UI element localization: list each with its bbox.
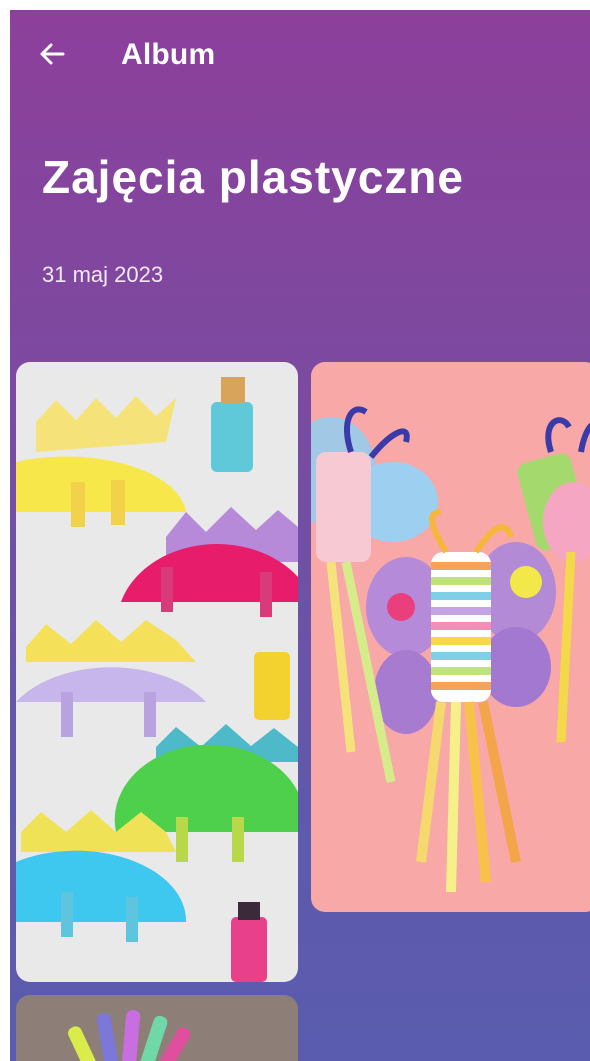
app-bar-title: Album — [121, 38, 216, 71]
album-date: 31 maj 2023 — [42, 262, 164, 287]
photo-handprint-craft[interactable] — [16, 995, 298, 1061]
album-title: Zajęcia plastyczne — [42, 151, 464, 203]
back-button[interactable] — [30, 32, 74, 76]
album-screen: Album Zajęcia plastyczne 31 maj 2023 — [10, 10, 590, 1061]
photo-butterfly-windsocks[interactable] — [311, 362, 590, 912]
top-app-bar: Album — [10, 10, 590, 102]
photo-paper-plate-dinosaurs[interactable] — [16, 362, 298, 982]
arrow-left-icon — [40, 43, 65, 65]
